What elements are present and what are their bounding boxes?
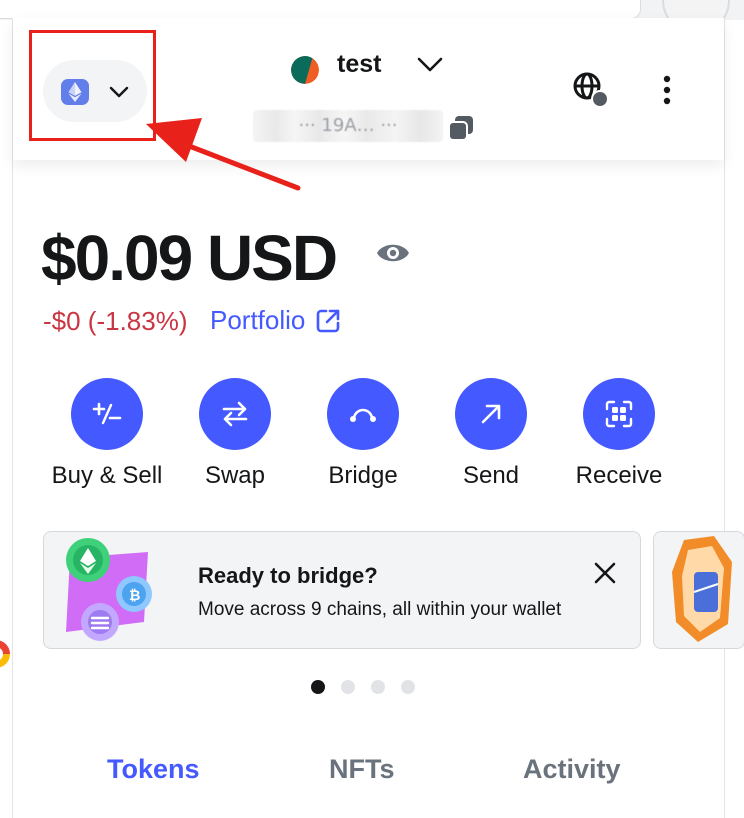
send-button[interactable]: Send bbox=[427, 378, 555, 490]
globe-connection-icon[interactable] bbox=[571, 70, 613, 112]
google-icon bbox=[0, 640, 10, 668]
bridge-button[interactable]: Bridge bbox=[299, 378, 427, 490]
carousel-dot[interactable] bbox=[341, 680, 355, 694]
banner-title: Ready to bridge? bbox=[198, 563, 378, 588]
carousel-indicator bbox=[311, 680, 415, 694]
buy-sell-button[interactable]: Buy & Sell bbox=[43, 378, 171, 490]
carousel-dot[interactable] bbox=[401, 680, 415, 694]
bridge-label: Bridge bbox=[328, 462, 398, 489]
promo-illustration bbox=[672, 536, 732, 642]
network-picker-button[interactable] bbox=[43, 60, 147, 122]
carousel-dot[interactable] bbox=[311, 680, 325, 694]
svg-text:₿: ₿ bbox=[129, 588, 140, 604]
tab-activity[interactable]: Activity bbox=[523, 754, 621, 785]
swap-arrows-icon bbox=[222, 401, 248, 427]
plus-minus-icon bbox=[92, 402, 122, 425]
portfolio-link[interactable]: Portfolio bbox=[210, 305, 341, 336]
banner-description: Move across 9 chains, all within your wa… bbox=[198, 599, 562, 620]
bridge-icon bbox=[350, 408, 376, 422]
receive-button[interactable]: Receive bbox=[555, 378, 683, 490]
balance-change: -$0 (-1.83%) bbox=[43, 306, 188, 336]
carousel-dot[interactable] bbox=[371, 680, 385, 694]
close-icon[interactable] bbox=[592, 560, 618, 586]
swap-label: Swap bbox=[204, 462, 266, 489]
buy-sell-label: Buy & Sell bbox=[51, 462, 163, 489]
chevron-down-icon bbox=[109, 86, 129, 98]
account-avatar[interactable] bbox=[291, 56, 319, 84]
send-label: Send bbox=[462, 462, 520, 489]
wallet-header: test ··· 19A… ··· bbox=[13, 18, 724, 160]
qr-scan-icon bbox=[605, 400, 633, 428]
arrow-up-right-icon bbox=[481, 404, 501, 424]
tab-nfts[interactable]: NFTs bbox=[329, 754, 395, 785]
copy-icon[interactable] bbox=[447, 114, 475, 142]
bridge-promo-banner[interactable]: ₿ Ready to bridge? Move across 9 chains,… bbox=[43, 531, 641, 649]
ethereum-network-icon bbox=[61, 79, 89, 105]
external-link-icon bbox=[317, 309, 340, 332]
swap-button[interactable]: Swap bbox=[171, 378, 299, 490]
next-promo-banner[interactable] bbox=[653, 531, 744, 649]
balance-amount: $0.09 USD bbox=[41, 222, 338, 294]
account-name[interactable]: test bbox=[337, 50, 381, 79]
eye-icon[interactable] bbox=[375, 238, 411, 268]
receive-label: Receive bbox=[575, 462, 663, 489]
account-chevron-down-icon[interactable] bbox=[417, 56, 443, 74]
more-menu-icon[interactable] bbox=[661, 74, 673, 106]
portfolio-label: Portfolio bbox=[210, 305, 306, 335]
account-address: ··· 19A… ··· bbox=[253, 110, 443, 142]
bridge-coins-illustration: ₿ bbox=[66, 538, 152, 641]
wallet-popup: test ··· 19A… ··· $0.09 USD -$0 (-1.83%)… bbox=[12, 18, 744, 818]
browser-address-bar bbox=[0, 0, 641, 19]
tab-tokens[interactable]: Tokens bbox=[107, 754, 200, 785]
